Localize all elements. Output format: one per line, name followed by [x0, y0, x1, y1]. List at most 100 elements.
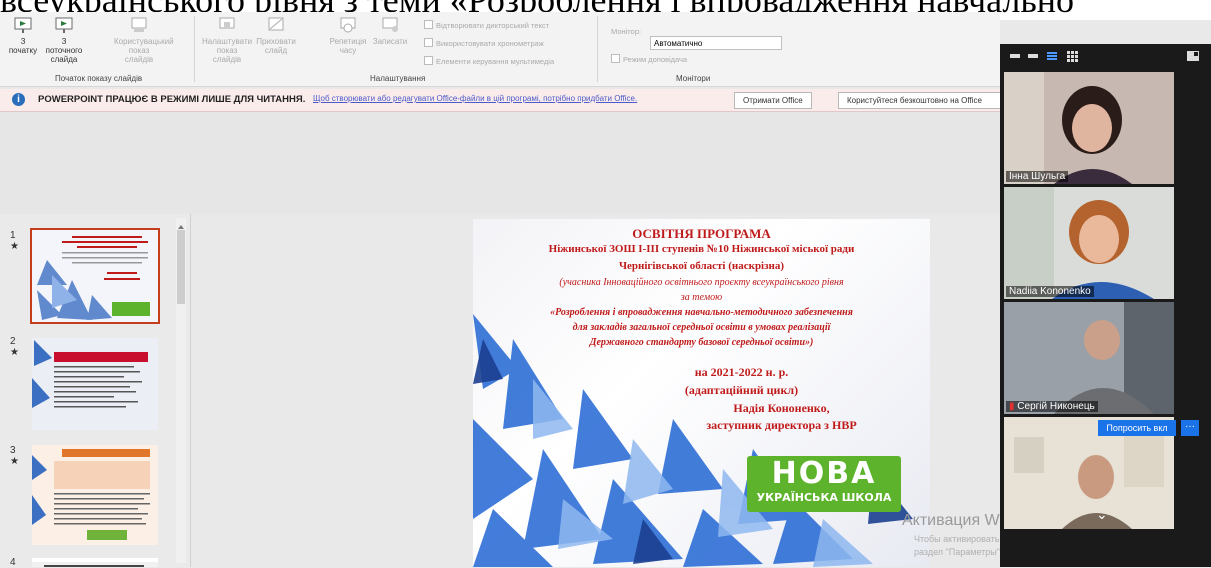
slide-thumbnail-4[interactable] [32, 558, 158, 567]
participant-name: Інна Шульга [1006, 171, 1069, 182]
group-start-label: Початок показу слайдів [55, 74, 143, 83]
list-view-icon[interactable] [1046, 50, 1058, 62]
presenter-view-label: Режим доповідача [623, 55, 688, 64]
participant-tile-2: Nadiia Kononenko [1004, 187, 1174, 299]
get-office-button[interactable]: Отримати Office [734, 92, 812, 109]
slide-author: Надія Кононенко, [733, 401, 830, 415]
slide-topic-line-2: для закладів загальної середньої освіти … [572, 322, 831, 333]
speaker-view-icon[interactable] [1028, 54, 1038, 58]
use-timings-checkbox[interactable]: Використовувати хронометраж [424, 38, 544, 48]
nova-ukrainska-shkola-logo: НОВА УКРАЇНСЬКА ШКОЛА [747, 456, 901, 512]
monitor-value: Автоматично [654, 39, 703, 48]
muted-mic-icon: ▮ [1009, 401, 1015, 412]
thumb-3-preview [32, 445, 158, 545]
record-icon [380, 16, 400, 34]
slideshow-current-icon [54, 16, 74, 34]
group-setup-label: Налаштування [370, 74, 426, 83]
hide-slide-icon [266, 16, 286, 34]
ask-to-unmute-button[interactable]: Попросить вкл [1098, 420, 1176, 436]
ribbon-separator [194, 16, 195, 82]
transition-star-icon: ★ [10, 347, 19, 358]
slide-thumbnail-1[interactable] [30, 228, 160, 324]
record-label: Записати [372, 37, 408, 46]
thumb-1-preview [32, 230, 158, 322]
checkbox-box [424, 20, 433, 29]
show-media-label: Елементи керування мультимедіа [436, 57, 555, 66]
collapse-chevron-icon[interactable]: ⌄ [1096, 506, 1108, 523]
logo-sub-text: УКРАЇНСЬКА ШКОЛА [756, 491, 892, 504]
from-current-label: З поточного слайда [45, 37, 83, 64]
from-start-button[interactable]: З початку [6, 16, 40, 55]
slide-thumbnail-3[interactable] [32, 445, 158, 545]
infobar-message: POWERPOINT ПРАЦЮЄ В РЕЖИМІ ЛИШЕ ДЛЯ ЧИТА… [38, 94, 306, 105]
ribbon-separator [597, 16, 598, 82]
thumb-number-text: 2 [10, 336, 16, 347]
custom-show-label: Користувацький показ слайдів [114, 37, 174, 64]
thumb-2-preview [32, 338, 158, 430]
ribbon-gap-area [0, 112, 1000, 214]
checkbox-box [611, 54, 620, 63]
transition-star-icon: ★ [10, 456, 19, 467]
custom-show-icon [129, 16, 149, 34]
hide-slide-button[interactable]: Приховати слайд [256, 16, 296, 55]
setup-show-label: Налаштувати показ слайдів [202, 37, 253, 64]
slide-participant-line: (учасника Інноваційного освітнього проєк… [559, 277, 844, 288]
current-slide: ОСВІТНЯ ПРОГРАМА Ніжинської ЗОШ І-ІІІ ст… [473, 219, 930, 567]
record-button[interactable]: Записати [370, 16, 410, 46]
thumb-number-text: 1 [10, 230, 16, 241]
participant-name: ▮ Сергій Никонець [1006, 401, 1098, 412]
presenter-view-checkbox[interactable]: Режим доповідача [611, 54, 687, 64]
read-only-infobar: i POWERPOINT ПРАЦЮЄ В РЕЖИМІ ЛИШЕ ДЛЯ ЧИ… [0, 89, 1006, 112]
ribbon: З початку З поточного слайда Користуваць… [0, 12, 1000, 87]
logo-main-text: НОВА [771, 456, 877, 491]
show-media-checkbox[interactable]: Елементи керування мультимедіа [424, 56, 554, 66]
participant-name-text: Сергій Никонець [1017, 401, 1095, 412]
scrollbar-thumb[interactable] [177, 230, 185, 304]
slide-topic-label: за темою [680, 292, 723, 303]
monitor-label-text: Монітор: [611, 27, 642, 36]
thumb-number-text: 4 [10, 557, 16, 568]
slide-topic-line-1: «Розроблення і впровадження навчально-ме… [550, 307, 853, 318]
thumb-number: 2 ★ [10, 336, 19, 358]
slide-cycle: (адаптаційний цикл) [684, 383, 799, 397]
slideshow-start-icon [13, 16, 33, 34]
slide-thumbnails-pane: 1 ★ 2 ★ 3 ★ 4 [0, 214, 191, 568]
rehearse-label: Репетиція часу [329, 37, 367, 55]
slide-title: ОСВІТНЯ ПРОГРАМА [632, 226, 771, 241]
from-start-label: З початку [8, 37, 38, 55]
checkbox-box [424, 56, 433, 65]
monitor-select[interactable]: Автоматично [650, 36, 782, 50]
setup-show-button[interactable]: Налаштувати показ слайдів [202, 16, 252, 64]
play-narration-checkbox[interactable]: Відтворювати дикторський текст [424, 20, 549, 30]
custom-show-button[interactable]: Користувацький показ слайдів [114, 16, 174, 64]
participant-tile-3: ▮ Сергій Никонець [1004, 302, 1174, 414]
minimize-icon[interactable] [1010, 54, 1020, 58]
slide-year: на 2021-2022 н. р. [694, 365, 789, 379]
more-options-button[interactable]: ··· [1181, 420, 1199, 436]
rehearse-timer-icon [338, 16, 358, 34]
thumb-4-preview [32, 562, 158, 567]
transition-star-icon: ★ [10, 241, 19, 252]
slide-school-line: Ніжинської ЗОШ І-ІІІ ступенів №10 Ніжинс… [548, 243, 855, 255]
side-panel-icon[interactable] [1186, 50, 1200, 62]
activation-line-2: раздел "Параметры". [914, 547, 1003, 557]
infobar-link[interactable]: Щоб створювати або редагувати Office-фай… [313, 94, 637, 103]
slide-region-line: Чернігівської області (наскрізна) [618, 260, 785, 272]
participant-tile-1: Інна Шульга [1004, 72, 1174, 184]
thumbnails-scrollbar[interactable] [176, 218, 186, 563]
slide-topic-line-3: Державного стандарту базової середньої о… [589, 337, 814, 348]
from-current-button[interactable]: З поточного слайда [44, 16, 84, 64]
rehearse-button[interactable]: Репетиція часу [328, 16, 368, 55]
thumb-number: 3 ★ [10, 445, 19, 467]
slide-thumbnail-2[interactable] [32, 338, 158, 430]
use-timings-label: Використовувати хронометраж [436, 39, 544, 48]
video-call-panel: Інна Шульга Nadiia Kononenko ▮ Сергій Ни… [1000, 44, 1211, 567]
thumb-number: 1 ★ [10, 230, 19, 252]
participant-name: Nadiia Kononenko [1006, 286, 1094, 297]
slide-author-role: заступник директора з НВР [706, 418, 857, 432]
use-free-office-button[interactable]: Користуйтеся безкоштовно на Office [838, 92, 1006, 109]
monitor-label: Монітор: [611, 27, 641, 36]
gallery-grid-icon[interactable] [1066, 50, 1078, 62]
participant-video [1004, 72, 1174, 184]
group-monitors-label: Монітори [676, 74, 711, 83]
